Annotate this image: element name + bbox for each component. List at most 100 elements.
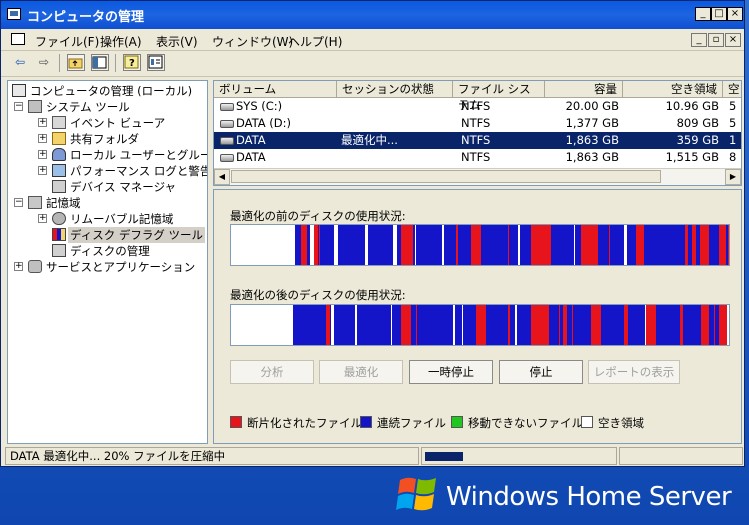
menu-view[interactable]: 表示(V): [156, 33, 198, 50]
stop-button[interactable]: 停止: [499, 360, 583, 384]
close-button[interactable]: ×: [727, 7, 743, 21]
legend-unmovable-label: 移動できないファイル: [468, 416, 583, 430]
child-minimize-button[interactable]: _: [691, 33, 707, 47]
free-space-swatch: [581, 416, 593, 428]
legend-fragmented: 断片化されたファイル: [230, 416, 362, 429]
column-header-status[interactable]: セッションの状態: [337, 81, 453, 98]
free-cluster: [391, 305, 392, 345]
users-icon: [52, 148, 66, 161]
properties-icon[interactable]: [147, 54, 165, 71]
fragmented-cluster: [714, 305, 715, 345]
cell-volume: SYS (C:): [236, 99, 283, 113]
storage-icon: [28, 196, 42, 209]
fragmented-cluster: [563, 305, 567, 345]
table-row[interactable]: DATA NTFS 1,863 GB 1,515 GB 8: [214, 149, 741, 166]
scroll-right-button[interactable]: ▶: [725, 169, 741, 185]
menu-file[interactable]: ファイル(F): [35, 33, 99, 50]
column-header-volume[interactable]: ボリューム: [214, 81, 337, 98]
fragmented-cluster: [636, 225, 644, 265]
fragmented-cluster: [572, 305, 573, 345]
computer-icon: [12, 84, 26, 97]
column-header-capacity[interactable]: 容量: [545, 81, 623, 98]
progress-bar: [425, 452, 463, 461]
expand-icon[interactable]: +: [14, 262, 23, 271]
cell-capacity: 1,863 GB: [565, 133, 619, 147]
tree-label-local-users: ローカル ユーザーとグループ: [70, 148, 208, 162]
fragmented-cluster: [581, 225, 595, 265]
fragmented-cluster: [314, 225, 318, 265]
windows-home-server-logo: Windows Home Server: [396, 472, 732, 518]
fragmented-cluster: [401, 305, 411, 345]
after-usage-label: 最適化の後のディスクの使用状況:: [230, 288, 406, 302]
scroll-left-button[interactable]: ◀: [214, 169, 230, 185]
event-viewer-icon: [52, 116, 66, 129]
legend-fragmented-label: 断片化されたファイル: [247, 416, 362, 430]
fragmented-cluster: [646, 305, 656, 345]
drive-icon: [220, 103, 234, 111]
expand-icon[interactable]: +: [38, 214, 47, 223]
free-cluster: [365, 225, 368, 265]
analyze-button[interactable]: 分析: [230, 360, 314, 384]
after-usage-map: [293, 305, 729, 345]
view-report-button[interactable]: レポートの表示: [588, 360, 680, 384]
removable-storage-icon: [52, 212, 66, 225]
tree-label-root: コンピュータの管理 (ローカル): [30, 84, 193, 98]
column-header-percent-free[interactable]: 空: [723, 81, 741, 98]
tree-label-disk-defrag: ディスク デフラグ ツール: [68, 227, 206, 243]
defragment-button[interactable]: 最適化: [319, 360, 403, 384]
computer-management-window: コンピュータの管理 _ □ × ファイル(F) 操作(A) 表示(V) ウィンド…: [0, 0, 745, 467]
free-cluster: [355, 305, 357, 345]
up-folder-icon[interactable]: [67, 54, 85, 71]
expand-icon[interactable]: +: [38, 134, 47, 143]
fragmented-cluster: [531, 305, 549, 345]
svg-text:?: ?: [129, 58, 135, 69]
collapse-icon[interactable]: −: [14, 198, 23, 207]
fragmented-cluster: [476, 305, 486, 345]
show-tree-icon[interactable]: [91, 54, 109, 71]
scroll-thumb[interactable]: [231, 170, 661, 183]
tree-label-removable-storage: リムーバブル記憶域: [70, 212, 174, 226]
windows-flag-icon: [396, 477, 436, 511]
menu-window[interactable]: ウィンドウ(W): [212, 33, 293, 50]
contiguous-region: [295, 225, 729, 265]
column-header-free[interactable]: 空き領域: [623, 81, 723, 98]
menu-help[interactable]: ヘルプ(H): [288, 33, 342, 50]
collapse-icon[interactable]: −: [14, 102, 23, 111]
free-cluster: [518, 225, 520, 265]
cell-filesystem: NTFS: [461, 99, 491, 113]
free-cluster: [415, 225, 416, 265]
maximize-button[interactable]: □: [711, 7, 727, 21]
cell-filesystem: NTFS: [461, 150, 491, 164]
fragmented-cluster: [685, 225, 688, 265]
table-row-selected[interactable]: DATA 最適化中... NTFS 1,863 GB 359 GB 1: [214, 132, 741, 149]
cell-status: 最適化中...: [341, 133, 398, 147]
title-bar[interactable]: コンピュータの管理 _ □ ×: [1, 1, 744, 29]
menu-action[interactable]: 操作(A): [100, 33, 142, 50]
expand-icon[interactable]: +: [38, 118, 47, 127]
before-usage-map: [295, 225, 729, 265]
cell-volume: DATA (D:): [236, 116, 291, 130]
computer-management-icon: [7, 8, 21, 20]
child-restore-button[interactable]: ▫: [708, 33, 724, 47]
mmc-doc-icon[interactable]: [11, 33, 25, 45]
shared-folder-icon: [52, 132, 66, 145]
forward-icon[interactable]: ⇨: [35, 54, 53, 71]
table-row[interactable]: SYS (C:) NTFS 20.00 GB 10.96 GB 5: [214, 98, 741, 115]
status-bar: DATA 最適化中... 20% ファイルを圧縮中: [1, 446, 744, 466]
fragmented-cluster: [326, 305, 330, 345]
expand-icon[interactable]: +: [38, 166, 47, 175]
expand-icon[interactable]: +: [38, 150, 47, 159]
table-row[interactable]: DATA (D:) NTFS 1,377 GB 809 GB 5: [214, 115, 741, 132]
help-icon[interactable]: ?: [123, 54, 141, 71]
fragmented-cluster: [319, 225, 320, 265]
pause-button[interactable]: 一時停止: [409, 360, 493, 384]
fragmented-cluster: [416, 305, 417, 345]
horizontal-scrollbar[interactable]: ◀ ▶: [214, 168, 741, 185]
back-icon[interactable]: ⇦: [11, 54, 29, 71]
legend-contiguous-label: 連続ファイル: [377, 416, 446, 430]
fragmented-cluster: [508, 305, 510, 345]
column-header-filesystem[interactable]: ファイル システム: [453, 81, 545, 112]
child-close-button[interactable]: ×: [725, 33, 741, 47]
free-cluster: [331, 305, 334, 345]
minimize-button[interactable]: _: [695, 7, 711, 21]
